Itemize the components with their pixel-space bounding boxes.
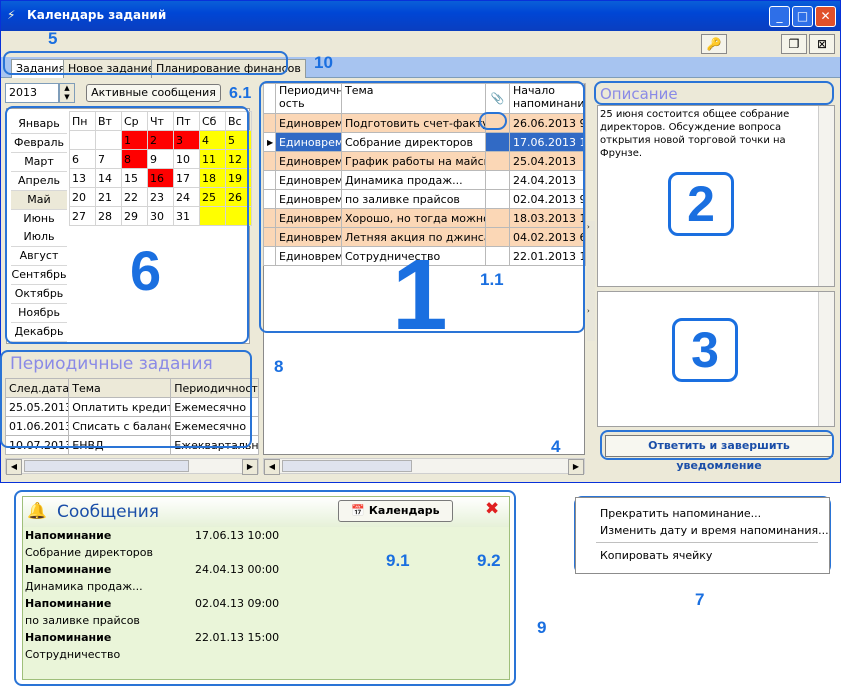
- callout-9-1: 9.1: [386, 551, 410, 570]
- callout-9: 9: [537, 618, 547, 637]
- callout-box-6: [5, 106, 249, 344]
- context-menu: Прекратить напоминание... Изменить дату …: [575, 497, 830, 574]
- active-messages-button[interactable]: Активные сообщения: [86, 84, 221, 102]
- menu-item-copy-cell[interactable]: Копировать ячейку: [600, 549, 712, 562]
- callout-7: 7: [695, 590, 705, 609]
- window-title: Календарь заданий: [27, 8, 167, 22]
- scroll-left-button[interactable]: ◀: [6, 459, 22, 475]
- close-window-icon[interactable]: ⊠: [809, 34, 835, 54]
- callout-10: 10: [314, 53, 333, 72]
- message-time: 17.06.13 10:00: [195, 529, 280, 542]
- callout-9-2: 9.2: [477, 551, 501, 570]
- callout-2: 2: [668, 172, 734, 236]
- callout-3: 3: [672, 318, 738, 382]
- callout-4: 4: [551, 437, 561, 456]
- callout-box-4: [600, 430, 834, 460]
- callout-6-1: 6.1: [229, 85, 252, 102]
- close-icon[interactable]: ✖: [485, 499, 499, 519]
- message-time: 22.01.13 15:00: [195, 631, 280, 644]
- tasks-scrollbar[interactable]: ◀ ▶: [263, 458, 585, 475]
- message-text[interactable]: Собрание директоров: [25, 546, 153, 559]
- callout-box-8: [0, 350, 252, 448]
- callout-1: 1: [392, 239, 448, 351]
- message-label: Напоминание: [25, 631, 112, 644]
- message-time: 02.04.13 09:00: [195, 597, 280, 610]
- calendar-button[interactable]: 📅 Календарь: [338, 500, 453, 522]
- scroll-right-button[interactable]: ▶: [242, 459, 258, 475]
- scroll-right-button[interactable]: ▶: [568, 459, 584, 475]
- app-icon: ⚡: [7, 8, 16, 22]
- callout-8: 8: [274, 357, 284, 376]
- callout-box-10: [3, 51, 288, 75]
- message-label: Напоминание: [25, 529, 112, 542]
- callout-6: 6: [130, 239, 162, 302]
- reply-scrollbar[interactable]: [818, 292, 834, 426]
- bell-icon: 🔔: [27, 501, 47, 520]
- menu-item-stop-reminder[interactable]: Прекратить напоминание...: [600, 507, 761, 520]
- callout-1-1: 1.1: [480, 270, 504, 289]
- calendar-button-label: Календарь: [368, 504, 440, 517]
- callout-5: 5: [48, 29, 58, 48]
- callout-box-1-1: [479, 112, 507, 130]
- year-input[interactable]: 2013: [5, 83, 59, 103]
- scroll-left-button[interactable]: ◀: [264, 459, 280, 475]
- close-button[interactable]: ✕: [815, 6, 836, 27]
- messages-title: Сообщения: [57, 502, 160, 522]
- description-text: 25 июня состоится общее собрание директо…: [600, 109, 790, 159]
- callout-box-desc: [594, 81, 834, 105]
- message-text[interactable]: Сотрудничество: [25, 648, 120, 661]
- windows-icon[interactable]: ❐: [781, 34, 807, 54]
- messages-window: 🔔 Сообщения 📅 Календарь ✖ Напоминание 17…: [22, 496, 510, 680]
- menu-divider: [596, 542, 818, 543]
- message-label: Напоминание: [25, 597, 112, 610]
- key-icon[interactable]: 🔑: [701, 34, 727, 54]
- message-time: 24.04.13 00:00: [195, 563, 280, 576]
- periodic-scrollbar[interactable]: ◀ ▶: [5, 458, 259, 475]
- year-spinner[interactable]: ▲ ▼: [59, 83, 75, 103]
- minimize-button[interactable]: _: [769, 6, 790, 27]
- message-label: Напоминание: [25, 563, 112, 576]
- maximize-button[interactable]: □: [792, 6, 813, 27]
- description-scrollbar[interactable]: [818, 106, 834, 286]
- menu-item-change-date[interactable]: Изменить дату и время напоминания...: [600, 524, 829, 537]
- message-text[interactable]: Динамика продаж...: [25, 580, 143, 593]
- splitter[interactable]: › ›: [587, 221, 595, 341]
- message-text[interactable]: по заливке прайсов: [25, 614, 140, 627]
- title-bar: ⚡ Календарь заданий _ □ ✕: [1, 1, 840, 31]
- calendar-icon: 📅: [351, 504, 369, 517]
- scroll-thumb[interactable]: [24, 460, 189, 472]
- scroll-thumb[interactable]: [282, 460, 412, 472]
